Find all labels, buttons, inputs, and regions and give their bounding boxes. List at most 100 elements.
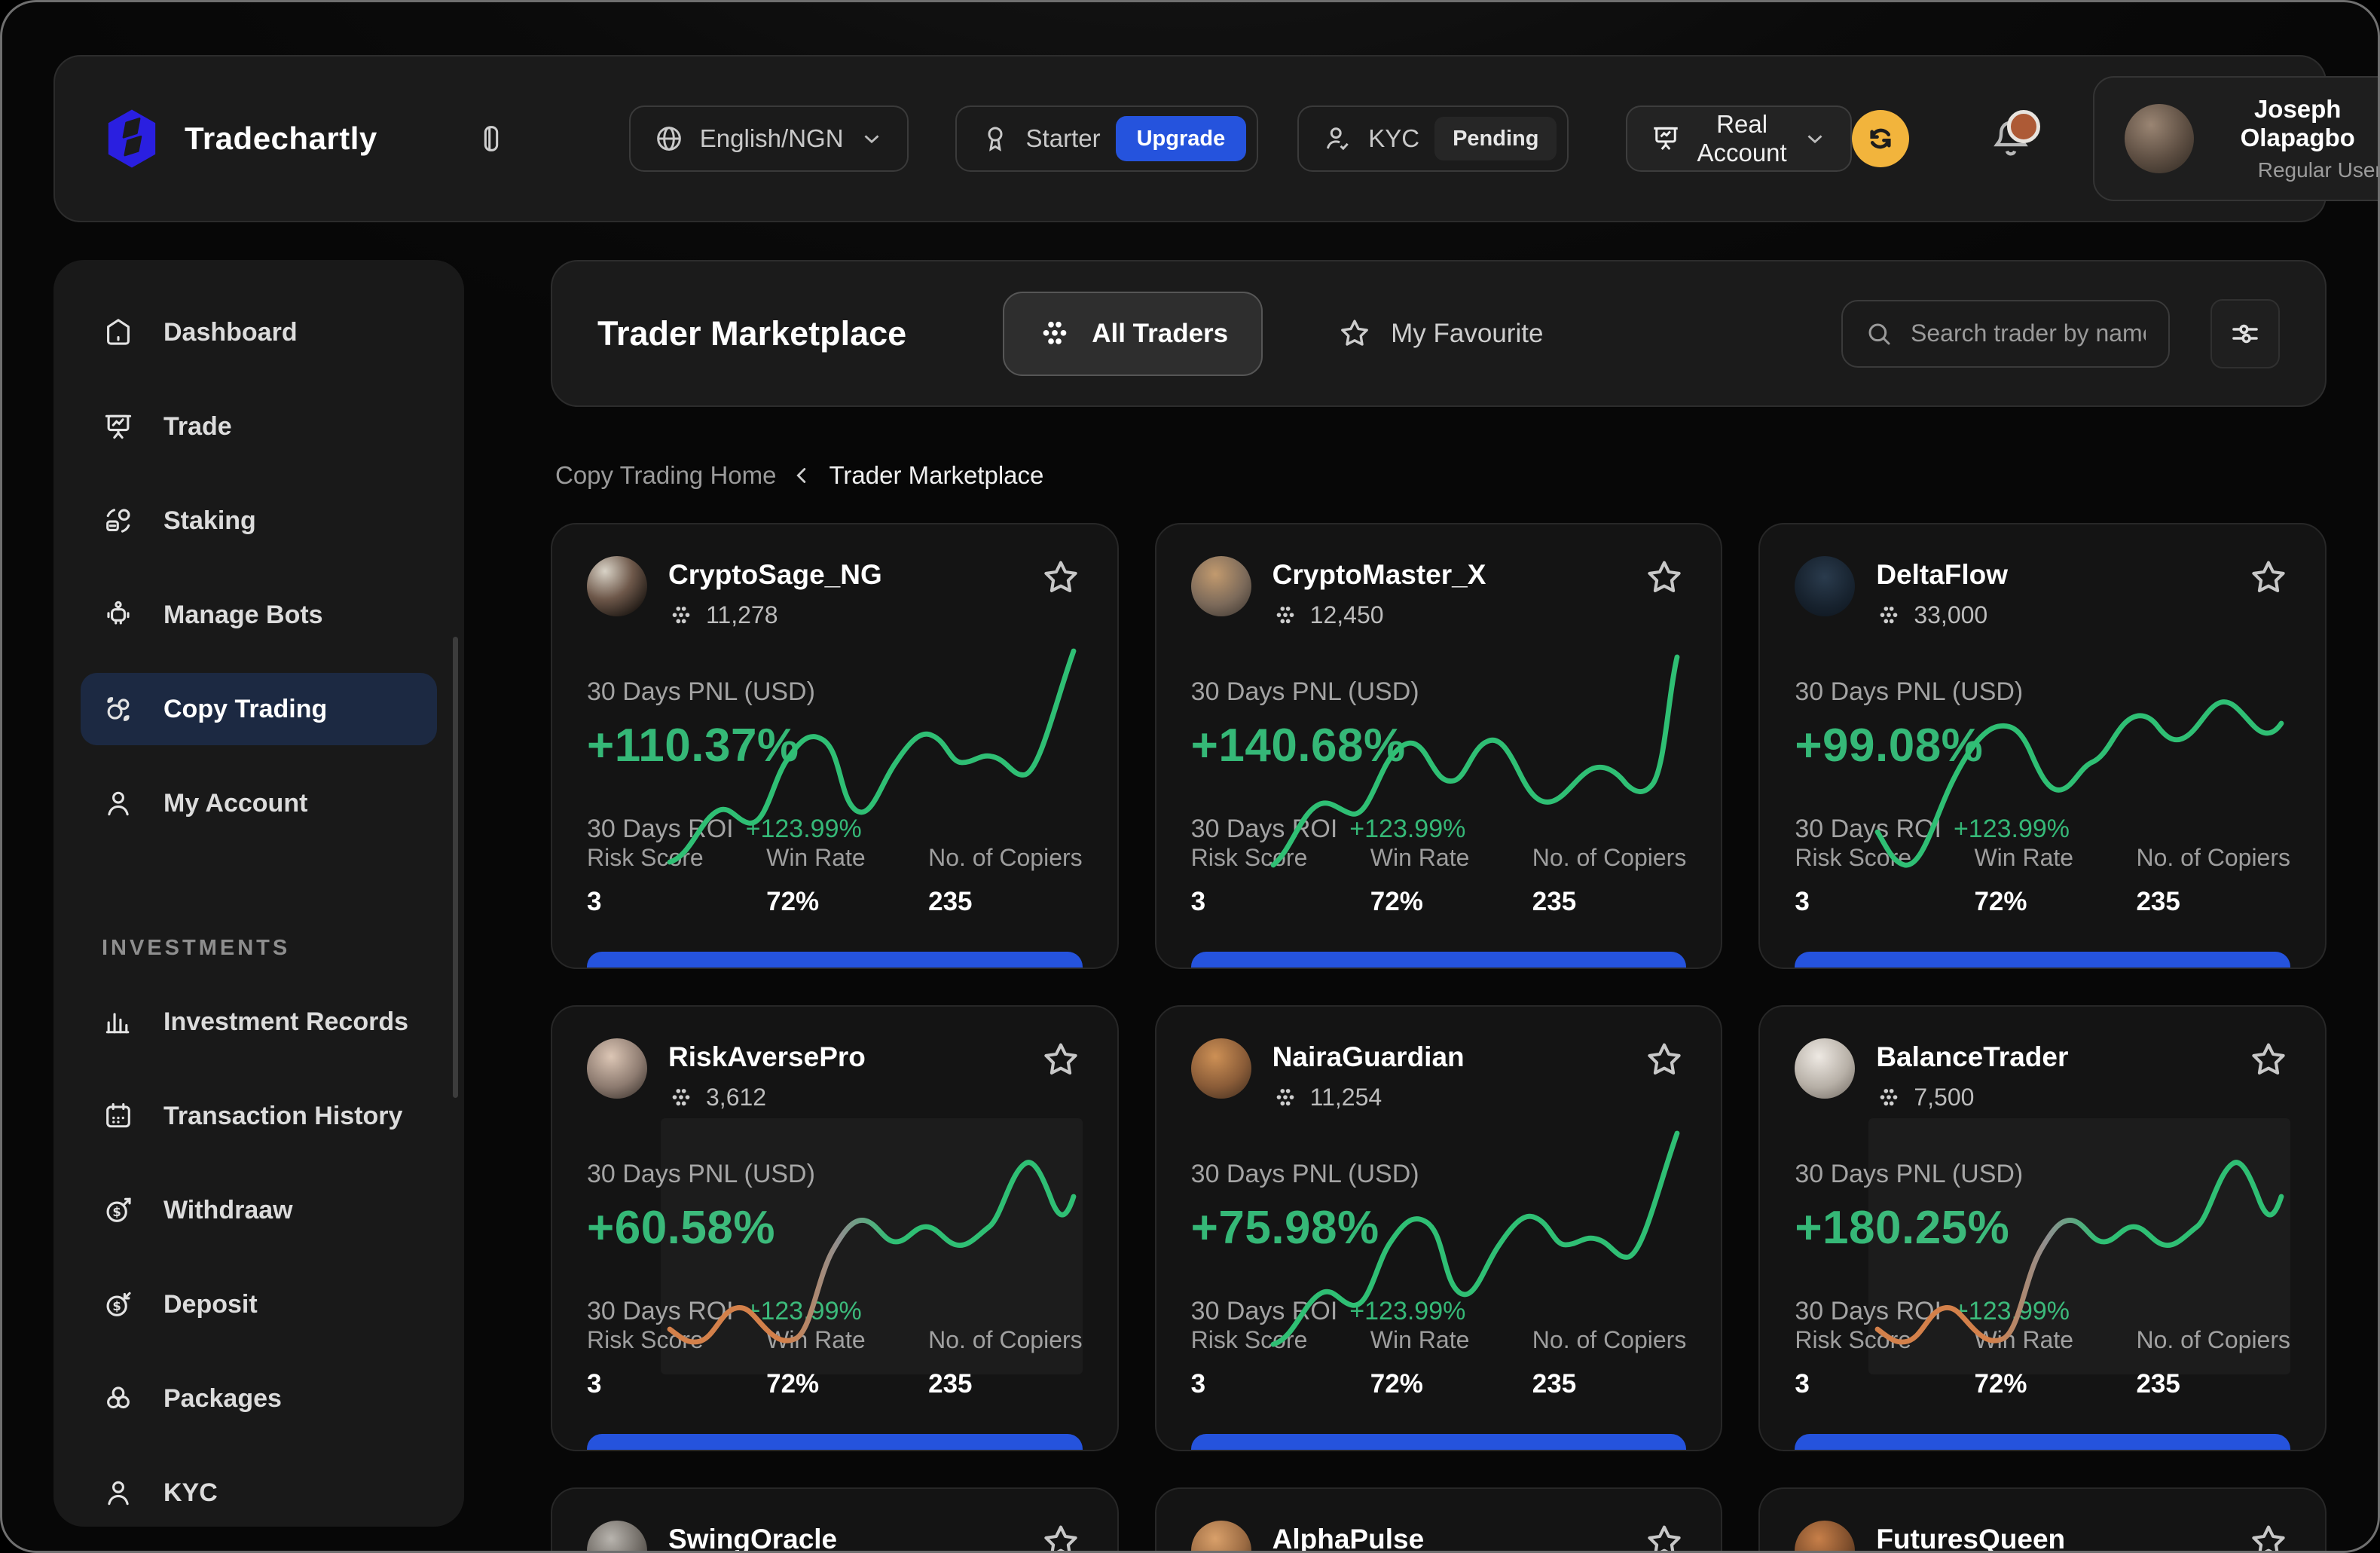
avatar — [1191, 556, 1251, 616]
tab-my-favourite-label: My Favourite — [1391, 319, 1543, 349]
breadcrumb-current: Trader Marketplace — [829, 461, 1043, 490]
bar-chart-icon — [102, 1005, 135, 1038]
favourite-star-icon[interactable] — [2247, 1521, 2290, 1553]
svg-text:$: $ — [112, 1205, 121, 1219]
sidebar-item-packages[interactable]: Packages — [81, 1362, 437, 1435]
star-icon — [1337, 316, 1373, 352]
trader-name: SwingOracle — [668, 1524, 837, 1553]
avatar — [1191, 1038, 1251, 1099]
followers-icon — [1272, 1085, 1298, 1111]
sidebar-toggle-icon[interactable] — [474, 121, 509, 156]
sidebar-item-kyc[interactable]: KYC — [81, 1457, 437, 1527]
sidebar: Dashboard Trade Staking Manage Bots — [53, 260, 464, 1527]
sidebar-item-staking[interactable]: Staking — [81, 485, 437, 557]
avatar — [587, 1038, 647, 1099]
favourite-star-icon[interactable] — [1039, 1038, 1083, 1082]
followers-icon — [1876, 1085, 1902, 1111]
followers-icon — [1272, 603, 1298, 628]
main-content: Trader Marketplace All Traders My Favour… — [551, 260, 2327, 1553]
plan-badge: Starter Upgrade — [955, 105, 1259, 172]
view-trader-button[interactable]: View Trader — [587, 952, 1083, 969]
svg-text:$: $ — [112, 1299, 121, 1313]
language-select[interactable]: English/NGN — [629, 105, 909, 172]
home-icon — [102, 316, 135, 349]
user-role: Regular User — [2258, 158, 2380, 182]
sidebar-item-label: Investment Records — [163, 1007, 408, 1037]
favourite-star-icon[interactable] — [2247, 1038, 2290, 1082]
favourite-star-icon[interactable] — [1039, 1521, 1083, 1553]
favourite-star-icon[interactable] — [2247, 556, 2290, 600]
sidebar-item-dashboard[interactable]: Dashboard — [81, 296, 437, 368]
sidebar-item-trade[interactable]: Trade — [81, 390, 437, 463]
traders-group-icon — [1037, 316, 1072, 351]
followers-count: 11,278 — [706, 601, 778, 629]
sidebar-item-label: KYC — [163, 1478, 218, 1508]
trader-card: NairaGuardian 11,254 30 Days PNL (USD) +… — [1155, 1005, 1723, 1451]
avatar — [2125, 104, 2194, 173]
globe-icon — [653, 123, 685, 154]
calendar-icon — [102, 1099, 135, 1133]
tab-all-traders[interactable]: All Traders — [1003, 292, 1263, 376]
sliders-icon — [2227, 316, 2263, 352]
chevron-left-icon — [790, 463, 815, 488]
pnl-sparkline — [1868, 1118, 2290, 1374]
app-window: Tradechartly English/NGN Starter Upgrade — [0, 0, 2380, 1553]
sidebar-item-label: Dashboard — [163, 318, 298, 347]
view-trader-button[interactable]: View Trader — [1191, 952, 1687, 969]
sidebar-item-label: Staking — [163, 506, 256, 536]
kyc-status-badge: Pending — [1434, 117, 1557, 160]
upgrade-button[interactable]: Upgrade — [1116, 116, 1247, 161]
sidebar-item-label: Transaction History — [163, 1102, 402, 1131]
refresh-button[interactable] — [1852, 110, 1909, 167]
trader-card: CryptoSage_NG 11,278 30 Days PNL (USD) +… — [551, 523, 1119, 969]
filter-button[interactable] — [2210, 299, 2280, 368]
trader-card: DeltaFlow 33,000 30 Days PNL (USD) +99.0… — [1758, 523, 2327, 969]
sidebar-scrollbar[interactable] — [453, 637, 458, 1098]
favourite-star-icon[interactable] — [1039, 556, 1083, 600]
app-logo-icon — [99, 105, 165, 172]
favourite-star-icon[interactable] — [1642, 556, 1686, 600]
profile-menu[interactable]: Joseph Olapagbo Regular User — [2093, 76, 2380, 201]
sidebar-item-my-account[interactable]: My Account — [81, 767, 437, 839]
pnl-sparkline — [661, 636, 1083, 892]
sidebar-section-investments: INVESTMENTS — [81, 936, 437, 961]
sidebar-item-manage-bots[interactable]: Manage Bots — [81, 579, 437, 651]
followers-count: 12,450 — [1310, 601, 1384, 629]
account-type-select[interactable]: Real Account — [1626, 105, 1851, 172]
sidebar-item-investment-records[interactable]: Investment Records — [81, 986, 437, 1058]
followers-count: 7,500 — [1914, 1084, 1974, 1111]
sidebar-item-copy-trading[interactable]: Copy Trading — [81, 673, 437, 745]
breadcrumb-parent[interactable]: Copy Trading Home — [555, 461, 776, 490]
followers-icon — [668, 1085, 694, 1111]
presentation-icon — [1650, 123, 1682, 154]
trader-name: AlphaPulse — [1272, 1524, 1425, 1553]
view-trader-button[interactable]: View Trader — [587, 1434, 1083, 1451]
kyc-badge: KYC Pending — [1297, 105, 1569, 172]
kyc-label: KYC — [1368, 124, 1419, 153]
notifications-button[interactable] — [1987, 115, 2034, 164]
user-check-icon — [1321, 123, 1353, 154]
search-icon — [1864, 319, 1894, 349]
search-input[interactable] — [1909, 319, 2147, 348]
account-type-label: Real Account — [1697, 110, 1786, 167]
view-trader-button[interactable]: View Trader — [1795, 952, 2290, 969]
view-trader-button[interactable]: View Trader — [1795, 1434, 2290, 1451]
refresh-icon — [1863, 121, 1898, 156]
tab-my-favourite[interactable]: My Favourite — [1332, 315, 1547, 353]
trader-name: BalanceTrader — [1876, 1041, 2068, 1073]
sidebar-item-deposit[interactable]: $ Deposit — [81, 1268, 437, 1341]
view-trader-button[interactable]: View Trader — [1191, 1434, 1687, 1451]
avatar — [587, 1521, 647, 1553]
user-icon — [102, 787, 135, 820]
marketplace-toolbar: Trader Marketplace All Traders My Favour… — [551, 260, 2327, 407]
favourite-star-icon[interactable] — [1642, 1038, 1686, 1082]
sidebar-item-label: Trade — [163, 412, 232, 442]
trader-card: FuturesQueen — [1758, 1487, 2327, 1553]
language-label: English/NGN — [700, 124, 844, 153]
sidebar-item-transaction-history[interactable]: Transaction History — [81, 1080, 437, 1152]
sidebar-item-withdraw[interactable]: $ Withdraaw — [81, 1174, 437, 1246]
favourite-star-icon[interactable] — [1642, 1521, 1686, 1553]
trader-card: AlphaPulse — [1155, 1487, 1723, 1553]
deposit-icon: $ — [102, 1288, 135, 1321]
trade-icon — [102, 410, 135, 443]
